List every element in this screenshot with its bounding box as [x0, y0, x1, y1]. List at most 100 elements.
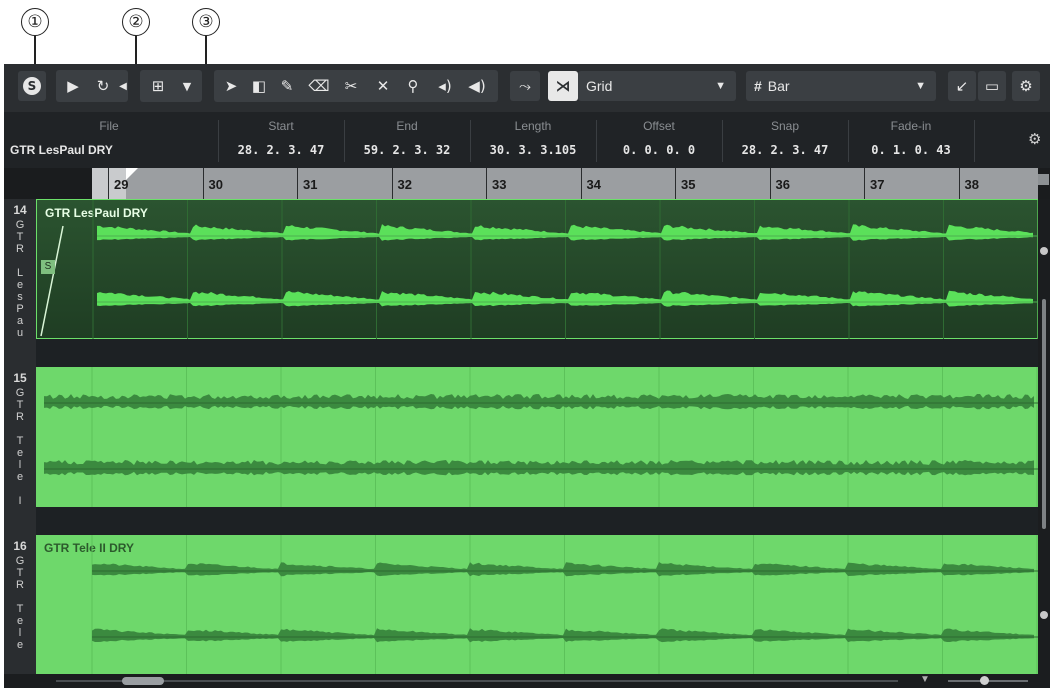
- bar-tick: [202, 168, 204, 199]
- arrow-tool-icon[interactable]: ➤: [218, 71, 244, 101]
- info-file[interactable]: File GTR LesPaul DRY: [4, 112, 214, 168]
- track-name-letter: T: [16, 567, 24, 579]
- bar-number: 35: [681, 177, 696, 192]
- snap-icon[interactable]: ⊞: [145, 71, 171, 101]
- bar-tick: [108, 168, 109, 199]
- track-name-letter: G: [15, 555, 25, 567]
- track-name-letter: T: [16, 603, 24, 615]
- track-name-letter: [4, 591, 36, 603]
- grid-snap-button[interactable]: ⋊: [548, 71, 578, 101]
- callout-2: ②: [122, 8, 150, 36]
- track-15[interactable]: 15 GTR Tele I: [4, 367, 1038, 535]
- track-name-letter: T: [16, 231, 24, 243]
- bar-number: 38: [964, 177, 979, 192]
- track-15-header: 15 GTR Tele I: [4, 367, 36, 535]
- grid-type-dropdown[interactable]: Grid ▼: [578, 71, 736, 101]
- info-offset-label: Offset: [643, 119, 675, 133]
- bar-number: 36: [775, 177, 790, 192]
- chevron-down-icon: ▼: [715, 80, 726, 92]
- track-14[interactable]: 14 GTR LesPau GTR LesPaul DRY S: [4, 199, 1039, 367]
- sustain-marker[interactable]: S: [41, 260, 55, 274]
- bar-number: 34: [586, 177, 601, 192]
- waveform: [40, 200, 1039, 340]
- track-name-letter: I: [18, 495, 22, 507]
- clip-gtr-tele-ii[interactable]: GTR Tele II DRY: [36, 535, 1038, 674]
- info-offset-value: 0. 0. 0. 0: [622, 143, 696, 157]
- info-length[interactable]: Length 30. 3. 3.105: [471, 112, 595, 168]
- info-end[interactable]: End 59. 2. 3. 32: [345, 112, 469, 168]
- curve-button[interactable]: ⤳: [510, 71, 540, 101]
- track-16[interactable]: 16 GTR Tele GTR Tele II DRY: [4, 535, 1038, 674]
- mute-x-icon[interactable]: ✕: [370, 71, 396, 101]
- eraser-icon[interactable]: ⌫: [306, 71, 332, 101]
- bar-tick: [769, 168, 771, 199]
- settings-button[interactable]: ⚙: [1012, 71, 1040, 101]
- track-name-letter: e: [16, 615, 24, 627]
- window-layout-button[interactable]: ▭: [978, 71, 1006, 101]
- clip-gtr-tele[interactable]: [36, 367, 1038, 507]
- info-file-value: GTR LesPaul DRY: [10, 143, 113, 157]
- scroll-thumb[interactable]: [1042, 299, 1046, 529]
- track-name-letter: e: [16, 447, 24, 459]
- gear-icon[interactable]: ⚙: [1028, 130, 1041, 148]
- scissors-icon[interactable]: ✂: [338, 71, 364, 101]
- gear-icon: ⚙: [1019, 77, 1033, 95]
- zoom-slider-thumb[interactable]: [1040, 611, 1048, 619]
- range-tool-icon[interactable]: ◧: [246, 71, 272, 101]
- lane-gap: [36, 507, 1038, 535]
- zoom-slider-thumb[interactable]: [1040, 247, 1048, 255]
- zoom-icon[interactable]: ⚲: [400, 71, 426, 101]
- scroll-track: [56, 680, 898, 682]
- ruler-menu-icon[interactable]: [1038, 174, 1049, 185]
- horizontal-scrollbar[interactable]: ▼: [4, 674, 1050, 688]
- ruler[interactable]: 29 30 31 32 33 34 35 36 37 38: [4, 168, 1050, 199]
- scrub-icon[interactable]: ◂): [432, 71, 458, 101]
- track-name-letter: T: [16, 435, 24, 447]
- speaker-icon[interactable]: ◀): [464, 71, 490, 101]
- track-14-header: 14 GTR LesPau: [4, 199, 36, 367]
- track-name-letter: a: [16, 315, 24, 327]
- info-snap-value: 28. 2. 3. 47: [741, 143, 829, 157]
- quantize-label: Bar: [767, 78, 790, 94]
- track-number: 16: [13, 539, 27, 553]
- info-fade-in[interactable]: Fade-in 0. 1. 0. 43: [849, 112, 973, 168]
- zoom-slider-thumb[interactable]: [980, 676, 989, 685]
- toolbar: S ▶ ↻ ◀ ⊞ ▼ ➤ ◧ ✎ ⌫ ✂ ✕ ⚲ ◂) ◀) ⤳ ⋊ Grid…: [4, 64, 1050, 112]
- snap-mode-icon[interactable]: ◀: [116, 71, 130, 101]
- chevron-down-icon[interactable]: ▼: [920, 674, 930, 685]
- track-name-letter: [4, 423, 36, 435]
- clip-gtr-lespaul[interactable]: GTR LesPaul DRY S: [36, 199, 1039, 340]
- bar-number: 33: [492, 177, 507, 192]
- track-name-letter: G: [15, 219, 25, 231]
- bar-number: 30: [208, 177, 223, 192]
- expand-button[interactable]: ↙: [948, 71, 976, 101]
- hash-icon: #: [754, 78, 762, 94]
- bar-tick: [580, 168, 582, 199]
- info-length-value: 30. 3. 3.105: [489, 143, 577, 157]
- quantize-dropdown[interactable]: # Bar ▼: [746, 71, 936, 101]
- info-snap[interactable]: Snap 28. 2. 3. 47: [723, 112, 847, 168]
- waveform: [44, 367, 1038, 507]
- pencil-icon[interactable]: ✎: [274, 71, 300, 101]
- track-name-letter: L: [16, 267, 24, 279]
- info-offset[interactable]: Offset 0. 0. 0. 0: [597, 112, 721, 168]
- track-name-letter: s: [17, 291, 23, 303]
- vertical-scrollbar[interactable]: [1038, 199, 1050, 674]
- bar-tick: [486, 168, 487, 199]
- ruler-track[interactable]: 29 30 31 32 33 34 35 36 37 38: [92, 168, 1038, 199]
- info-start[interactable]: Start 28. 2. 3. 47: [219, 112, 343, 168]
- track-name-letter: T: [16, 399, 24, 411]
- play-icon[interactable]: ▶: [60, 71, 86, 101]
- chevron-down-icon[interactable]: ▼: [174, 71, 200, 101]
- track-name-letter: l: [18, 459, 22, 471]
- sample-editor-window: S ▶ ↻ ◀ ⊞ ▼ ➤ ◧ ✎ ⌫ ✂ ✕ ⚲ ◂) ◀) ⤳ ⋊ Grid…: [4, 64, 1050, 688]
- callout-3: ③: [192, 8, 220, 36]
- track-name-letter: u: [16, 327, 24, 339]
- bar-number: 37: [870, 177, 885, 192]
- solo-icon: S: [23, 77, 41, 95]
- scroll-thumb[interactable]: [122, 677, 164, 685]
- solo-button[interactable]: S: [18, 71, 46, 101]
- loop-icon[interactable]: ↻: [90, 71, 116, 101]
- track-16-header: 16 GTR Tele: [4, 535, 36, 674]
- track-name-letter: G: [15, 387, 25, 399]
